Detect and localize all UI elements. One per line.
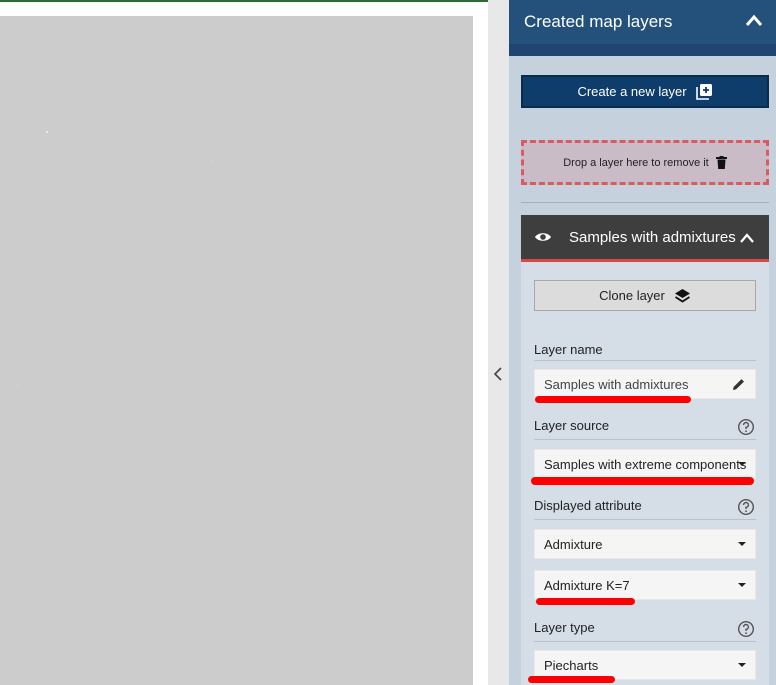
drop-zone-label: Drop a layer here to remove it: [563, 156, 709, 169]
create-layer-label: Create a new layer: [577, 84, 687, 99]
help-circle-icon[interactable]: [737, 498, 755, 521]
divider: [534, 641, 756, 642]
chevron-up-icon[interactable]: [744, 12, 764, 33]
clone-layer-label: Clone layer: [599, 288, 665, 303]
eye-icon[interactable]: [534, 229, 552, 249]
panel-title: Created map layers: [524, 12, 673, 31]
layer-title: Samples with admixtures: [569, 229, 736, 246]
add-box-icon: [695, 84, 712, 100]
chevron-up-icon[interactable]: [739, 231, 755, 249]
layer-type-value: Piecharts: [544, 657, 599, 673]
layer-header-underline: [521, 259, 769, 262]
layers-panel: Created map layers Create a new layer Dr…: [509, 0, 776, 685]
layers-icon: [674, 288, 690, 303]
layer-name-input[interactable]: [544, 376, 724, 392]
sidebar-gutter: [488, 0, 509, 685]
displayed-attribute-label: Displayed attribute: [534, 498, 642, 513]
caret-down-icon: [738, 462, 746, 466]
layer-source-select[interactable]: Samples with extreme components: [534, 449, 756, 479]
help-circle-icon[interactable]: [737, 620, 755, 643]
trash-icon: [715, 156, 727, 169]
displayed-attribute-value: Admixture: [544, 536, 603, 552]
create-layer-button[interactable]: Create a new layer: [521, 75, 769, 108]
caret-down-icon: [738, 542, 746, 546]
divider: [534, 360, 756, 361]
map-point: [46, 131, 48, 133]
layer-card: Samples with admixtures Clone layer Laye…: [521, 215, 769, 685]
header-strip: [509, 44, 776, 56]
divider: [521, 202, 769, 203]
attribute-option-select[interactable]: Admixture K=7: [534, 570, 756, 600]
annotation-underline: [531, 477, 754, 485]
layer-source-value: Samples with extreme components: [544, 456, 747, 472]
layer-name-label: Layer name: [534, 342, 603, 357]
panel-header[interactable]: Created map layers: [509, 0, 776, 44]
annotation-underline: [535, 396, 691, 403]
divider: [534, 439, 756, 440]
sidebar-toggle-button[interactable]: [489, 362, 507, 386]
attribute-option-value: Admixture K=7: [544, 577, 630, 593]
map-point: [211, 161, 212, 162]
annotation-underline: [528, 676, 615, 683]
layer-name-field[interactable]: [534, 369, 756, 399]
caret-down-icon: [738, 583, 746, 587]
clone-layer-button[interactable]: Clone layer: [534, 280, 756, 311]
map-point: [17, 385, 18, 386]
pencil-icon[interactable]: [731, 377, 746, 395]
map-canvas[interactable]: [0, 16, 473, 685]
annotation-underline: [536, 598, 635, 605]
remove-layer-drop-zone[interactable]: Drop a layer here to remove it: [521, 140, 769, 185]
layer-type-label: Layer type: [534, 620, 595, 635]
chevron-left-icon: [493, 367, 502, 381]
app-root: Created map layers Create a new layer Dr…: [0, 0, 776, 685]
displayed-attribute-select[interactable]: Admixture: [534, 529, 756, 559]
caret-down-icon: [738, 663, 746, 667]
layer-header[interactable]: Samples with admixtures: [521, 215, 769, 259]
layer-source-label: Layer source: [534, 418, 610, 433]
help-circle-icon[interactable]: [737, 418, 755, 441]
divider: [534, 519, 756, 520]
